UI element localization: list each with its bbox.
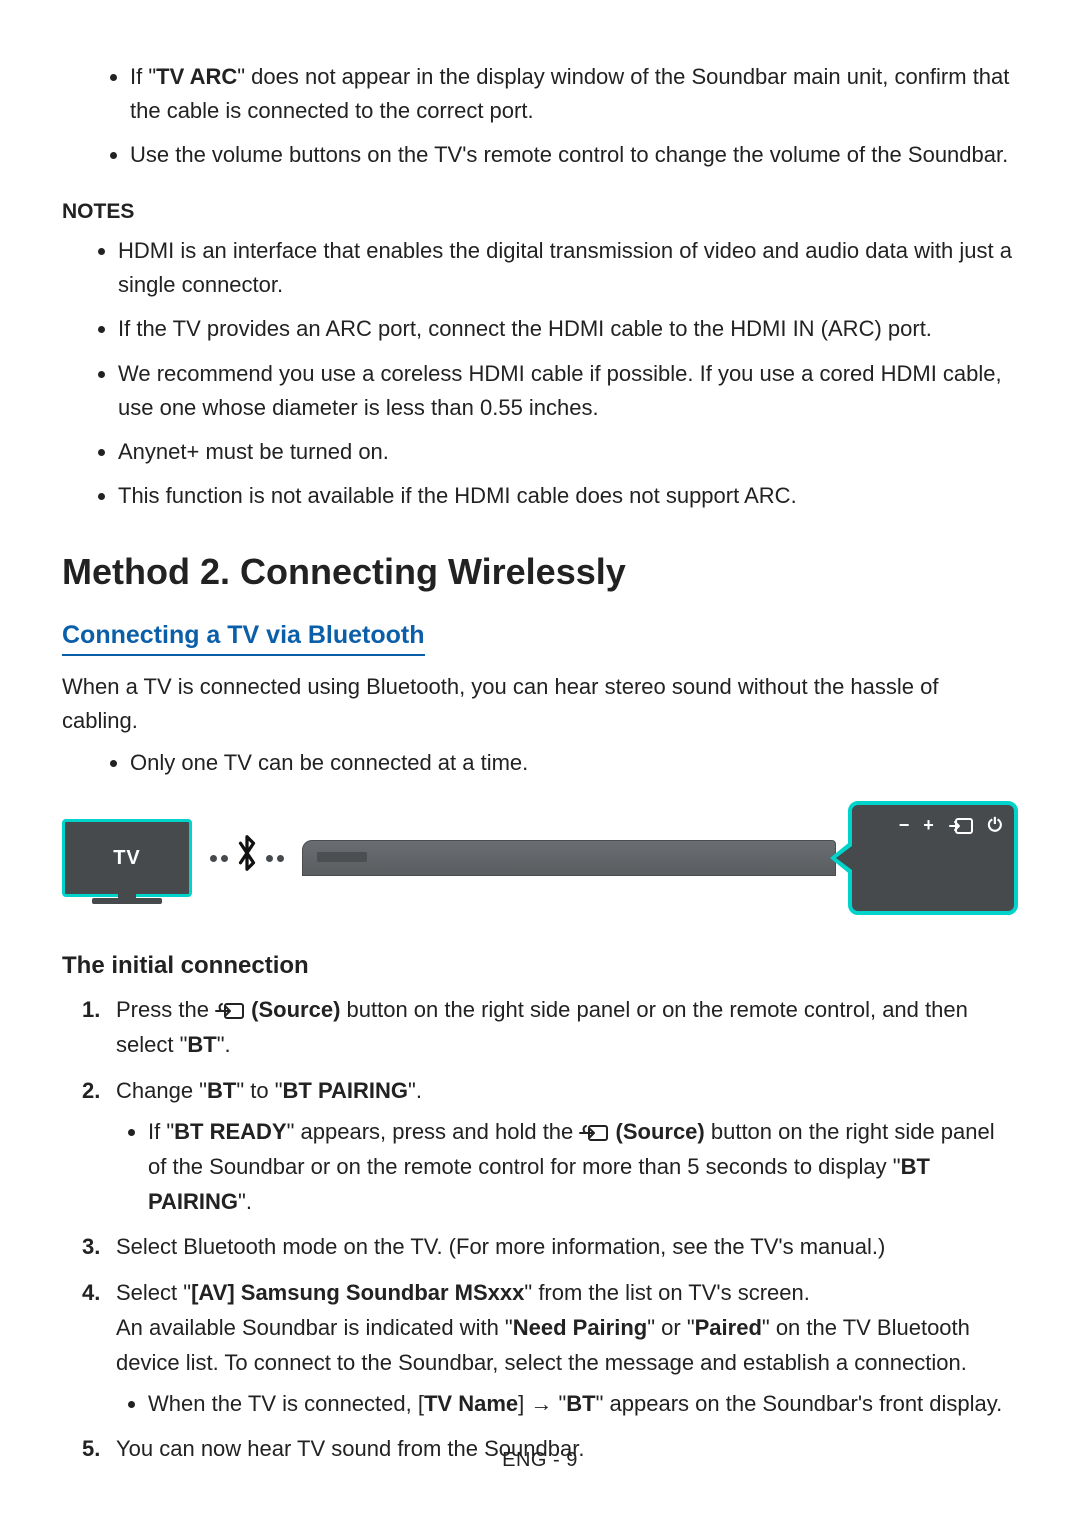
bold-text: Paired: [695, 1315, 762, 1340]
signal-dots: [210, 855, 228, 862]
text: Select Bluetooth mode on the TV. (For mo…: [116, 1234, 885, 1259]
text: " does not appear in the display window …: [130, 64, 1009, 123]
control-panel-callout: − + ⏻: [848, 801, 1018, 915]
text: " or ": [647, 1315, 694, 1340]
page-footer: ENG - 9: [0, 1449, 1080, 1472]
sub-list-item: If "BT READY" appears, press and hold th…: [148, 1114, 1018, 1220]
tv-stand-graphic: [92, 898, 162, 904]
text: Press the: [116, 997, 215, 1022]
volume-up-icon: +: [923, 815, 934, 836]
text: ".: [408, 1078, 422, 1103]
text: " to ": [236, 1078, 282, 1103]
bold-text: BT: [187, 1032, 216, 1057]
bluetooth-icon: [234, 833, 260, 883]
connection-diagram: TV − + ⏻: [62, 798, 1018, 918]
text: " appears, press and hold the: [287, 1119, 580, 1144]
bold-text: BT: [566, 1391, 595, 1416]
step-number: 1.: [82, 992, 100, 1027]
soundbar-graphic-wrap: − + ⏻: [302, 801, 1018, 915]
step-number: 2.: [82, 1073, 100, 1108]
text: If ": [130, 64, 156, 89]
bluetooth-heading: Connecting a TV via Bluetooth: [62, 621, 425, 656]
list-item: If the TV provides an ARC port, connect …: [118, 312, 1018, 346]
bold-text: TV Name: [424, 1391, 518, 1416]
power-icon: ⏻: [988, 815, 1002, 836]
method-heading: Method 2. Connecting Wirelessly: [62, 551, 1018, 593]
bt-note-list: Only one TV can be connected at a time.: [104, 746, 1018, 780]
bold-text: TV ARC: [156, 64, 237, 89]
source-icon: [215, 1001, 245, 1021]
volume-down-icon: −: [899, 815, 910, 836]
bt-paragraph: When a TV is connected using Bluetooth, …: [62, 670, 1018, 738]
callout-pointer: [830, 840, 852, 876]
text: " appears on the Soundbar's front displa…: [596, 1391, 1003, 1416]
list-item: HDMI is an interface that enables the di…: [118, 234, 1018, 302]
text: When the TV is connected, [: [148, 1391, 424, 1416]
text: ".: [217, 1032, 231, 1057]
text: Select ": [116, 1280, 191, 1305]
sub-list-item: When the TV is connected, [TV Name] → "B…: [148, 1386, 1018, 1421]
list-item: Use the volume buttons on the TV's remot…: [130, 138, 1018, 172]
bold-text: [AV] Samsung Soundbar MSxxx: [191, 1280, 524, 1305]
step-4: 4. Select "[AV] Samsung Soundbar MSxxx" …: [82, 1275, 1018, 1422]
text: ".: [238, 1189, 252, 1214]
list-item: Only one TV can be connected at a time.: [130, 746, 1018, 780]
initial-connection-heading: The initial connection: [62, 952, 1018, 980]
step-2: 2. Change "BT" to "BT PAIRING". If "BT R…: [82, 1073, 1018, 1220]
step-number: 3.: [82, 1229, 100, 1264]
bold-text: (Source): [609, 1119, 704, 1144]
bold-text: (Source): [245, 997, 340, 1022]
list-item: We recommend you use a coreless HDMI cab…: [118, 357, 1018, 425]
text: Change ": [116, 1078, 207, 1103]
text: If ": [148, 1119, 174, 1144]
tv-label: TV: [113, 847, 141, 870]
steps-list: 1. Press the (Source) button on the righ…: [82, 992, 1018, 1466]
list-item: This function is not available if the HD…: [118, 479, 1018, 513]
tv-graphic: TV: [62, 819, 192, 897]
step-number: 4.: [82, 1275, 100, 1310]
bold-text: BT: [207, 1078, 236, 1103]
text: An available Soundbar is indicated with …: [116, 1315, 513, 1340]
bold-text: Need Pairing: [513, 1315, 647, 1340]
text: ] → ": [518, 1391, 566, 1416]
text: Use the volume buttons on the TV's remot…: [130, 142, 1008, 167]
step-3: 3. Select Bluetooth mode on the TV. (For…: [82, 1229, 1018, 1264]
bold-text: BT PAIRING: [283, 1078, 408, 1103]
bold-text: BT READY: [174, 1119, 286, 1144]
source-icon: [579, 1123, 609, 1143]
bluetooth-signal-graphic: [210, 833, 284, 883]
text: " from the list on TV's screen.: [524, 1280, 809, 1305]
notes-list: HDMI is an interface that enables the di…: [92, 234, 1018, 513]
control-row: − + ⏻: [864, 815, 1002, 836]
source-icon: [948, 816, 974, 836]
list-item: Anynet+ must be turned on.: [118, 435, 1018, 469]
list-item: If "TV ARC" does not appear in the displ…: [130, 60, 1018, 128]
signal-dots: [266, 855, 284, 862]
notes-heading: NOTES: [62, 200, 1018, 224]
step-1: 1. Press the (Source) button on the righ…: [82, 992, 1018, 1062]
soundbar-graphic: [302, 840, 836, 876]
intro-bullet-list: If "TV ARC" does not appear in the displ…: [104, 60, 1018, 172]
